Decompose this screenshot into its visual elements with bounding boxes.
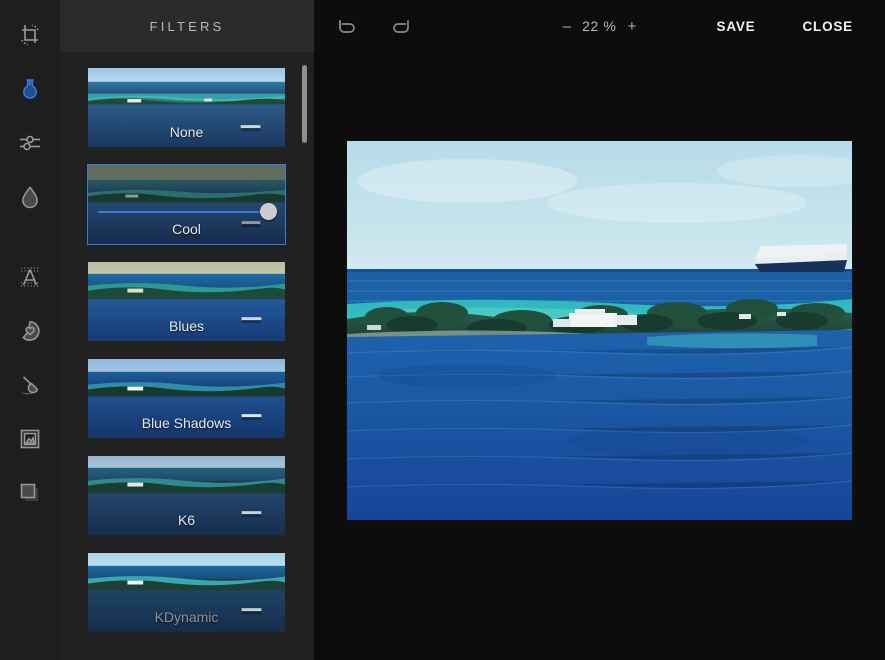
thumbnail-image xyxy=(88,262,285,341)
filter-thumbnail-list: None Cool Blues Blue Shadows K6 KDynamic xyxy=(60,67,314,633)
flask-icon xyxy=(17,76,43,102)
filter-item-blue-shadows[interactable]: Blue Shadows xyxy=(87,358,286,439)
page-title: FILTERS xyxy=(149,18,225,34)
editor-main-area: – 22 % + SAVE CLOSE xyxy=(314,0,885,660)
frame-tool[interactable] xyxy=(0,412,60,466)
square-icon xyxy=(17,480,43,506)
redo-button[interactable] xyxy=(374,0,428,52)
text-a-icon xyxy=(17,264,43,290)
border-tool[interactable] xyxy=(0,466,60,520)
filter-item-blues[interactable]: Blues xyxy=(87,261,286,342)
droplet-icon xyxy=(17,184,43,210)
save-button[interactable]: SAVE xyxy=(707,11,766,42)
zoom-in-button[interactable]: + xyxy=(625,16,638,37)
topbar-actions: SAVE CLOSE xyxy=(707,0,885,52)
sliders-icon xyxy=(17,130,43,156)
text-tool[interactable] xyxy=(0,250,60,304)
filters-scrollbar[interactable] xyxy=(302,65,307,652)
filters-panel-header: FILTERS xyxy=(60,0,314,52)
sticker-icon xyxy=(17,318,43,344)
zoom-level-value: 22 % xyxy=(582,18,617,34)
slider-track xyxy=(98,210,275,214)
crop-tool[interactable] xyxy=(0,8,60,62)
undo-button[interactable] xyxy=(320,0,374,52)
scrollbar-thumb[interactable] xyxy=(302,65,307,143)
thumbnail-image xyxy=(88,359,285,438)
editor-topbar: – 22 % + SAVE CLOSE xyxy=(314,0,885,52)
brush-tool[interactable] xyxy=(0,358,60,412)
adjust-tool[interactable] xyxy=(0,116,60,170)
brush-icon xyxy=(17,372,43,398)
slider-handle[interactable] xyxy=(260,202,277,220)
sticker-tool[interactable] xyxy=(0,304,60,358)
thumbnail-image xyxy=(88,553,285,632)
photo-editor-window: FILTERS None Cool Blues Blue Shadows K6 … xyxy=(0,0,885,660)
filter-intensity-slider[interactable] xyxy=(98,202,277,221)
edited-photo[interactable] xyxy=(347,141,852,520)
retouch-tool[interactable] xyxy=(0,170,60,224)
thumbnail-image xyxy=(88,68,285,147)
filter-item-k6[interactable]: K6 xyxy=(87,455,286,536)
filter-item-cool[interactable]: Cool xyxy=(87,164,286,245)
filters-panel: FILTERS None Cool Blues Blue Shadows K6 … xyxy=(60,0,314,660)
redo-icon xyxy=(389,14,413,38)
close-button[interactable]: CLOSE xyxy=(792,11,863,42)
filter-item-kdynamic[interactable]: KDynamic xyxy=(87,552,286,633)
thumbnail-image xyxy=(88,456,285,535)
undo-icon xyxy=(335,14,359,38)
ship xyxy=(755,244,847,272)
zoom-out-button[interactable]: – xyxy=(561,16,573,37)
filters-scroll-area[interactable]: None Cool Blues Blue Shadows K6 KDynamic xyxy=(60,52,314,660)
filter-item-none[interactable]: None xyxy=(87,67,286,148)
crop-icon xyxy=(17,22,43,48)
frame-icon xyxy=(17,426,43,452)
filters-tool[interactable] xyxy=(0,62,60,116)
left-toolbar xyxy=(0,0,60,660)
image-canvas[interactable] xyxy=(314,52,885,660)
